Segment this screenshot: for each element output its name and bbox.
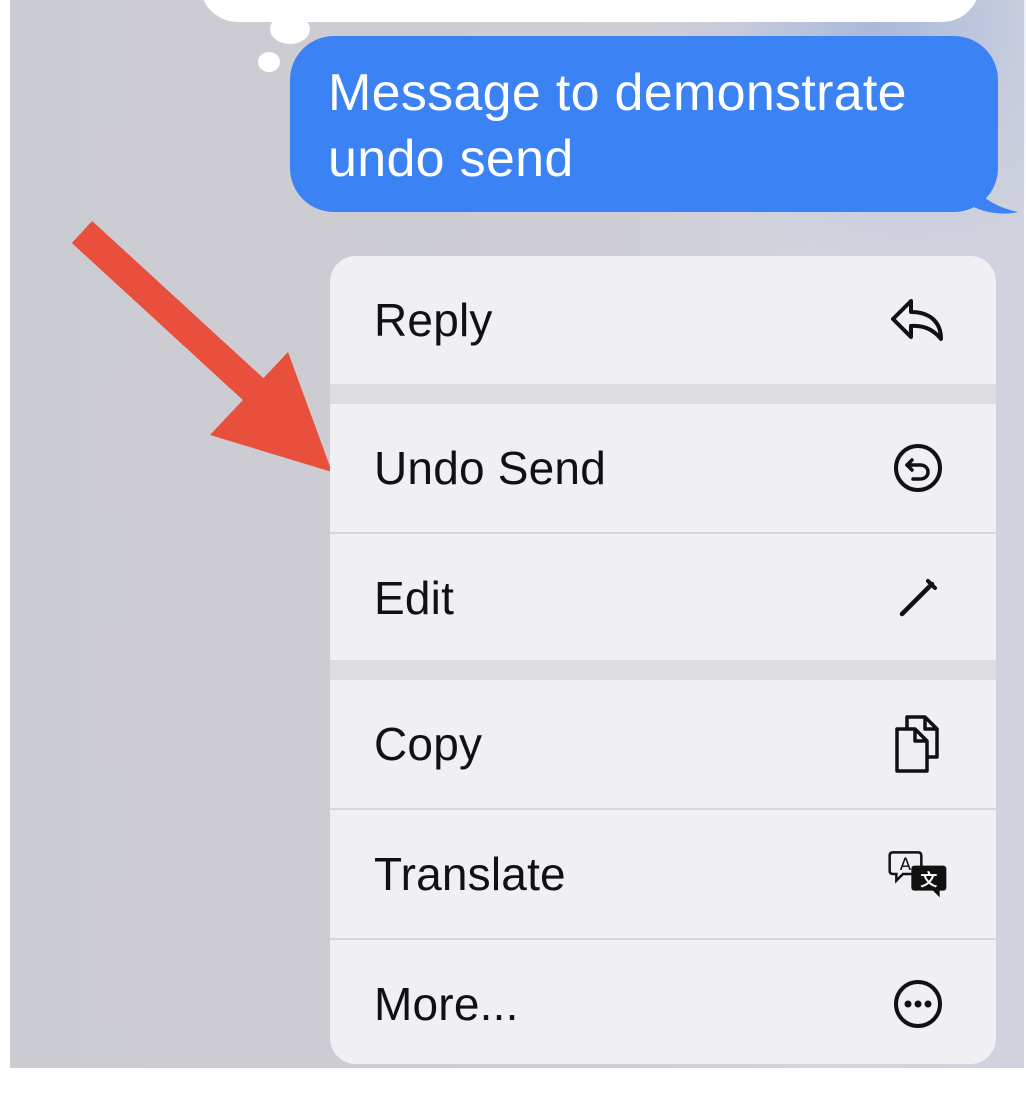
menu-item-label: Undo Send <box>374 442 606 494</box>
menu-item-translate[interactable]: Translate A 文 <box>330 810 996 938</box>
pencil-icon <box>888 568 948 628</box>
reply-icon <box>888 290 948 350</box>
message-bubble-tail <box>960 162 1018 214</box>
previous-message-bubble <box>200 0 980 22</box>
selected-message-bubble[interactable]: Message to demonstrate undo send <box>290 36 998 212</box>
menu-item-reply[interactable]: Reply <box>330 256 996 384</box>
bubble-tail-dot-large <box>270 14 310 44</box>
translate-icon: A 文 <box>888 844 948 904</box>
menu-item-undo-send[interactable]: Undo Send <box>330 404 996 532</box>
menu-group-separator <box>330 384 996 404</box>
menu-item-label: Reply <box>374 294 493 346</box>
svg-text:A: A <box>900 855 912 874</box>
menu-item-label: Edit <box>374 572 455 624</box>
svg-text:文: 文 <box>921 870 938 890</box>
message-context-menu: Reply Undo Send Edit Copy Translate A 文 … <box>330 256 996 1064</box>
menu-item-label: Translate <box>374 848 566 900</box>
copy-icon <box>888 714 948 774</box>
bubble-tail-dot-small <box>258 52 280 72</box>
ellipsis-circle-icon <box>888 974 948 1034</box>
menu-item-more[interactable]: More... <box>330 940 996 1064</box>
menu-item-label: Copy <box>374 718 483 770</box>
menu-item-copy[interactable]: Copy <box>330 680 996 808</box>
message-text: Message to demonstrate undo send <box>328 64 907 188</box>
menu-item-edit[interactable]: Edit <box>330 534 996 662</box>
menu-group-separator <box>330 660 996 680</box>
annotation-arrow <box>71 220 332 472</box>
undo-send-icon <box>888 438 948 498</box>
menu-item-label: More... <box>374 978 519 1030</box>
